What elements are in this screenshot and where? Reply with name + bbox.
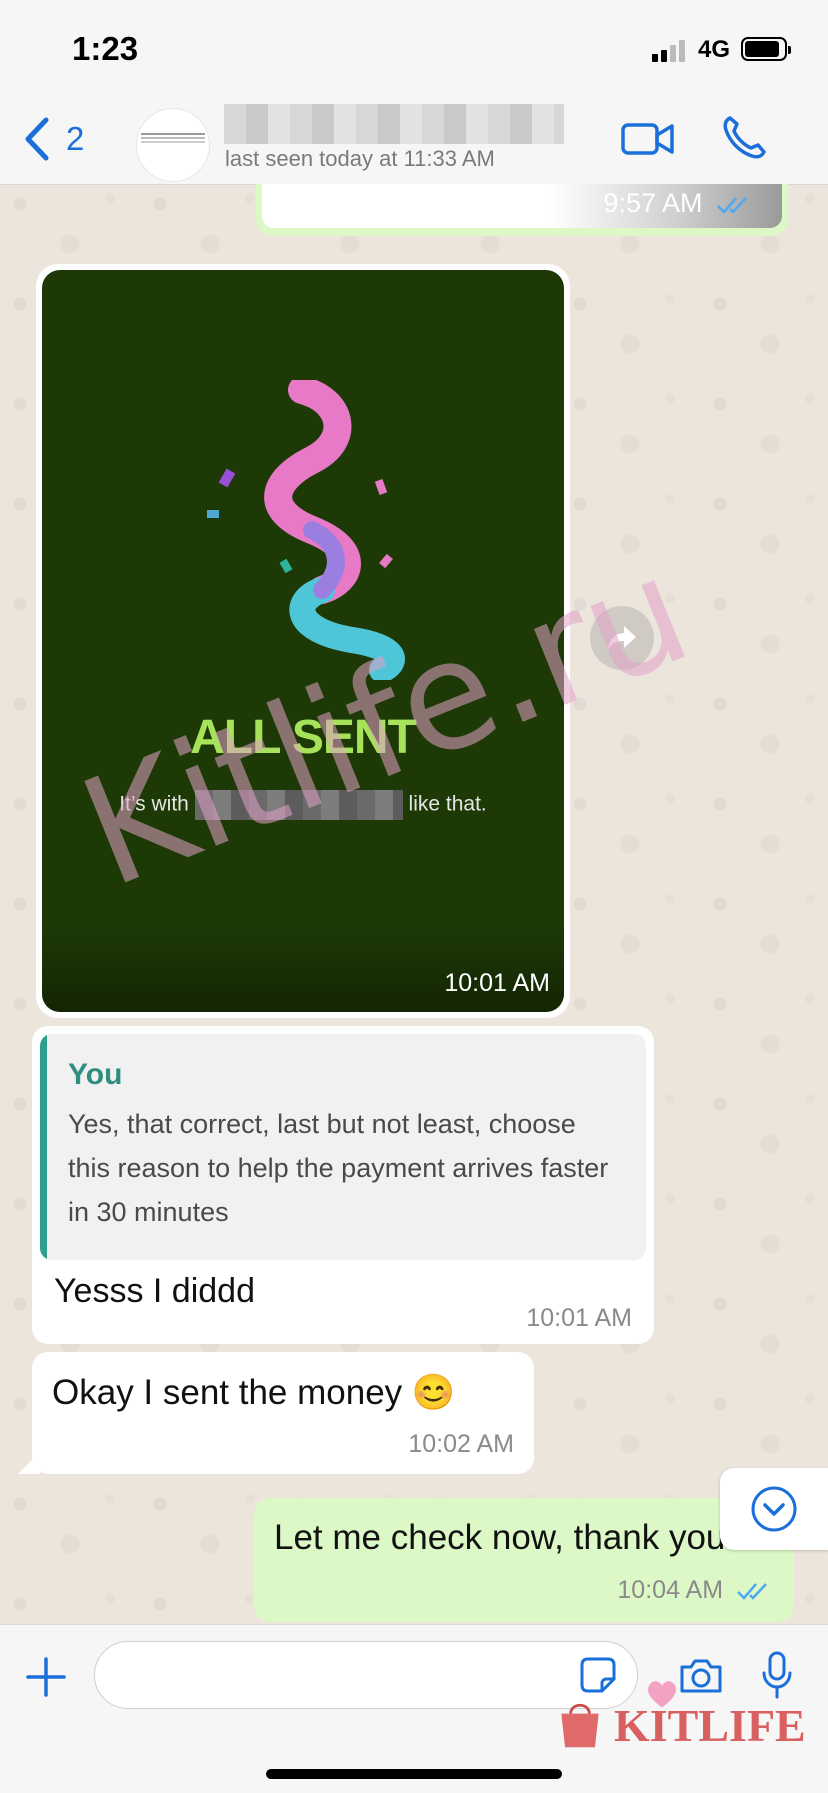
forward-button[interactable] xyxy=(590,606,654,670)
card-headline: ALL SENT xyxy=(190,711,417,764)
status-bar: 1:23 4G xyxy=(0,0,828,96)
message-time: 10:01 AM xyxy=(526,1304,632,1332)
redacted-text xyxy=(194,790,403,820)
chat-header: 2 last seen today at 11:33 AM xyxy=(0,96,828,185)
heart-icon xyxy=(648,1681,676,1708)
video-camera-icon[interactable] xyxy=(620,114,676,164)
message-input[interactable] xyxy=(94,1641,638,1709)
quote-author: You xyxy=(68,1058,123,1091)
message-time: 10:01 AM xyxy=(444,969,550,997)
message-text: Okay I sent the money 😊 xyxy=(52,1373,456,1412)
message-input-bar: KITLIFE xyxy=(0,1624,828,1793)
scroll-to-bottom-button[interactable] xyxy=(720,1468,828,1550)
home-indicator xyxy=(266,1769,562,1779)
message-text: Let me check now, thank you xyxy=(274,1518,726,1557)
plus-icon[interactable] xyxy=(26,1657,66,1697)
message-text: Yesss I diddd xyxy=(54,1272,255,1310)
logo-text: KITLIFE xyxy=(614,1700,806,1751)
battery-icon xyxy=(741,37,791,61)
chevron-left-icon xyxy=(25,117,49,161)
phone-icon[interactable] xyxy=(718,112,770,164)
signal-icon xyxy=(652,38,690,62)
all-sent-image: ALL SENT It’s with like that. 10:01 AM xyxy=(42,270,564,1012)
microphone-icon[interactable] xyxy=(760,1651,794,1699)
last-seen-status: last seen today at 11:33 AM xyxy=(225,146,495,171)
incoming-message[interactable]: Okay I sent the money 😊 10:02 AM xyxy=(18,1352,534,1474)
outgoing-message[interactable]: Let me check now, thank you 10:04 AM xyxy=(254,1498,794,1622)
network-label: 4G xyxy=(698,36,731,63)
back-button[interactable]: 2 xyxy=(22,114,84,164)
confetti-ribbon-icon xyxy=(207,380,405,680)
outgoing-message-partial[interactable]: 9:57 AM xyxy=(256,184,788,236)
message-time: 9:57 AM xyxy=(603,188,750,219)
sticker-icon[interactable] xyxy=(578,1655,618,1695)
double-check-icon xyxy=(717,197,747,214)
contact-name-redacted[interactable] xyxy=(224,104,564,144)
message-time: 10:04 AM xyxy=(617,1576,770,1605)
message-time: 10:02 AM xyxy=(408,1430,514,1458)
scroll-down-icon xyxy=(751,1486,797,1532)
unread-count: 2 xyxy=(66,120,85,157)
camera-icon[interactable] xyxy=(678,1655,724,1695)
avatar[interactable] xyxy=(136,108,210,182)
double-check-icon xyxy=(737,1583,767,1601)
incoming-reply-message[interactable]: You Yes, that correct, last but not leas… xyxy=(32,1026,654,1344)
status-time: 1:23 xyxy=(72,30,139,67)
image-message[interactable]: ALL SENT It’s with like that. 10:01 AM xyxy=(36,264,570,1018)
quote-text: Yes, that correct, last but not least, c… xyxy=(68,1109,609,1227)
quoted-message[interactable]: You Yes, that correct, last but not leas… xyxy=(40,1034,646,1260)
card-subline: It’s with like that. xyxy=(42,790,564,820)
forward-icon xyxy=(608,626,636,650)
